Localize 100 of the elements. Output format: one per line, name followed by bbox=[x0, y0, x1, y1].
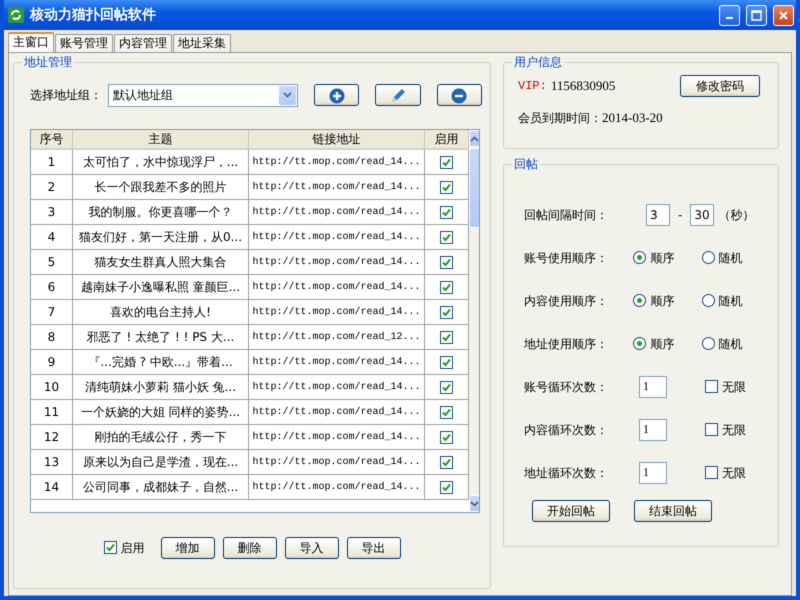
caret-icon bbox=[470, 500, 479, 506]
count-field[interactable]: 1 bbox=[639, 462, 667, 484]
tab[interactable]: 内容管理 bbox=[114, 34, 172, 52]
table-cell: 越南妹子小逸曝私照 童颜巨... bbox=[73, 275, 249, 300]
setting-label: 账号循环次数： bbox=[524, 378, 609, 396]
count-field[interactable]: 1 bbox=[639, 376, 667, 398]
table-cell: 一个妖娆的大姐 同样的姿势... bbox=[73, 400, 249, 425]
checkbox[interactable] bbox=[440, 356, 453, 368]
radio-button[interactable] bbox=[702, 337, 715, 350]
checkbox[interactable] bbox=[440, 280, 453, 294]
table-cell: 6 bbox=[31, 275, 73, 300]
tab[interactable]: 主窗口 bbox=[8, 32, 54, 52]
setting-label: 地址使用顺序： bbox=[524, 336, 609, 352]
add-button[interactable] bbox=[314, 84, 360, 106]
table-cell: 3 bbox=[31, 200, 73, 225]
column-header[interactable]: 链接地址 bbox=[249, 130, 425, 150]
table-cell: 11 bbox=[31, 400, 73, 425]
table-cell: 1 bbox=[31, 150, 73, 175]
scroll-down-button[interactable] bbox=[469, 495, 479, 512]
checkbox[interactable] bbox=[104, 541, 116, 554]
tab[interactable]: 账号管理 bbox=[55, 34, 113, 52]
caret-icon bbox=[283, 92, 292, 98]
table-cell: 公司同事，成都妹子，自然... bbox=[73, 475, 249, 500]
vip-account: 1156830905 bbox=[550, 77, 616, 96]
table-cell: http://tt.mop.com/read_14... bbox=[249, 350, 425, 375]
table-cell: http://tt.mop.com/read_14... bbox=[249, 175, 425, 200]
app-icon bbox=[8, 7, 24, 23]
column-header[interactable]: 主题 bbox=[73, 130, 249, 150]
table-cell: 原来以为自己是学渣，现在... bbox=[73, 450, 249, 475]
column-header[interactable]: 序号 bbox=[31, 130, 73, 150]
checkbox[interactable] bbox=[440, 330, 453, 344]
tab[interactable]: 地址采集 bbox=[173, 34, 231, 52]
scroll-up-button[interactable] bbox=[469, 130, 479, 147]
table-cell: http://tt.mop.com/read_14... bbox=[249, 250, 425, 275]
plus-icon bbox=[328, 88, 345, 104]
action-button[interactable]: 增加 bbox=[160, 536, 214, 558]
action-button[interactable]: 导出 bbox=[346, 536, 400, 558]
checkbox-label: 无限 bbox=[722, 422, 746, 438]
radio-label: 随机 bbox=[718, 292, 743, 310]
checkbox[interactable] bbox=[440, 156, 453, 168]
column-header[interactable]: 启用 bbox=[425, 130, 469, 150]
table-cell: http://tt.mop.com/read_14... bbox=[249, 150, 425, 175]
checkbox[interactable] bbox=[440, 380, 453, 394]
table-cell: http://tt.mop.com/read_14... bbox=[249, 200, 425, 225]
radio-button[interactable] bbox=[702, 294, 715, 307]
maximize-icon bbox=[751, 10, 762, 20]
checkbox[interactable] bbox=[440, 480, 453, 494]
table-cell: 10 bbox=[31, 375, 73, 400]
checkbox[interactable] bbox=[440, 406, 453, 418]
window-title: 核动力猫扑回帖软件 bbox=[30, 6, 157, 24]
checkbox[interactable] bbox=[440, 306, 453, 318]
checkbox[interactable] bbox=[705, 466, 718, 479]
checkbox[interactable] bbox=[440, 230, 453, 244]
action-button[interactable]: 导入 bbox=[284, 536, 338, 558]
interval-max-field[interactable]: 30 bbox=[690, 204, 714, 226]
checkbox[interactable] bbox=[440, 456, 453, 468]
checkbox[interactable] bbox=[440, 206, 453, 218]
checkbox[interactable] bbox=[440, 180, 453, 194]
setting-label: 内容循环次数： bbox=[524, 422, 609, 438]
expiry-label: 会员到期时间： bbox=[518, 110, 602, 127]
dash-text: - bbox=[678, 206, 682, 224]
remove-button[interactable] bbox=[436, 84, 482, 106]
radio-button[interactable] bbox=[633, 337, 646, 350]
interval-min-field[interactable]: 3 bbox=[646, 204, 670, 226]
checkbox-label: 无限 bbox=[722, 378, 746, 396]
table-cell: 我的制服。你更喜哪一个？ bbox=[73, 200, 249, 225]
group-title: 用户信息 bbox=[513, 55, 563, 69]
checkbox[interactable] bbox=[440, 256, 453, 268]
scroll-thumb[interactable] bbox=[469, 148, 479, 228]
table-cell: 13 bbox=[31, 450, 73, 475]
setting-label: 账号使用顺序： bbox=[524, 250, 609, 266]
checkbox[interactable] bbox=[705, 423, 718, 436]
change-password-button[interactable]: 修改密码 bbox=[680, 75, 760, 97]
action-button[interactable]: 开始回帖 bbox=[532, 500, 610, 522]
maximize-button[interactable] bbox=[746, 4, 767, 26]
radio-button[interactable] bbox=[633, 251, 646, 264]
table-cell: 8 bbox=[31, 325, 73, 350]
table-cell: 邪恶了 ! 太绝了 ! ! PS 大... bbox=[73, 325, 249, 350]
table-cell: 12 bbox=[31, 425, 73, 450]
address-group-select[interactable]: 默认地址组 bbox=[108, 84, 298, 106]
radio-button[interactable] bbox=[633, 294, 646, 307]
table-cell: 刚拍的毛绒公仔，秀一下 bbox=[73, 425, 249, 450]
table-cell: 喜欢的电台主持人! bbox=[73, 300, 249, 325]
vip-label: VIP: bbox=[518, 78, 547, 95]
action-button[interactable]: 删除 bbox=[222, 536, 276, 558]
table-cell: 2 bbox=[31, 175, 73, 200]
select-label: 选择地址组： bbox=[30, 87, 102, 104]
checkbox[interactable] bbox=[705, 380, 718, 393]
action-button[interactable]: 结束回帖 bbox=[634, 500, 712, 522]
radio-label: 顺序 bbox=[650, 292, 674, 310]
minimize-button[interactable] bbox=[719, 4, 740, 26]
checkbox[interactable] bbox=[440, 430, 453, 444]
table-cell: 7 bbox=[31, 300, 73, 325]
checkbox-label: 启用 bbox=[120, 540, 144, 556]
close-button[interactable] bbox=[773, 4, 794, 26]
checkbox-label: 无限 bbox=[722, 464, 746, 482]
count-field[interactable]: 1 bbox=[639, 418, 667, 440]
setting-label: 回帖间隔时间： bbox=[524, 206, 609, 224]
edit-button[interactable] bbox=[375, 84, 421, 106]
radio-button[interactable] bbox=[702, 251, 715, 264]
